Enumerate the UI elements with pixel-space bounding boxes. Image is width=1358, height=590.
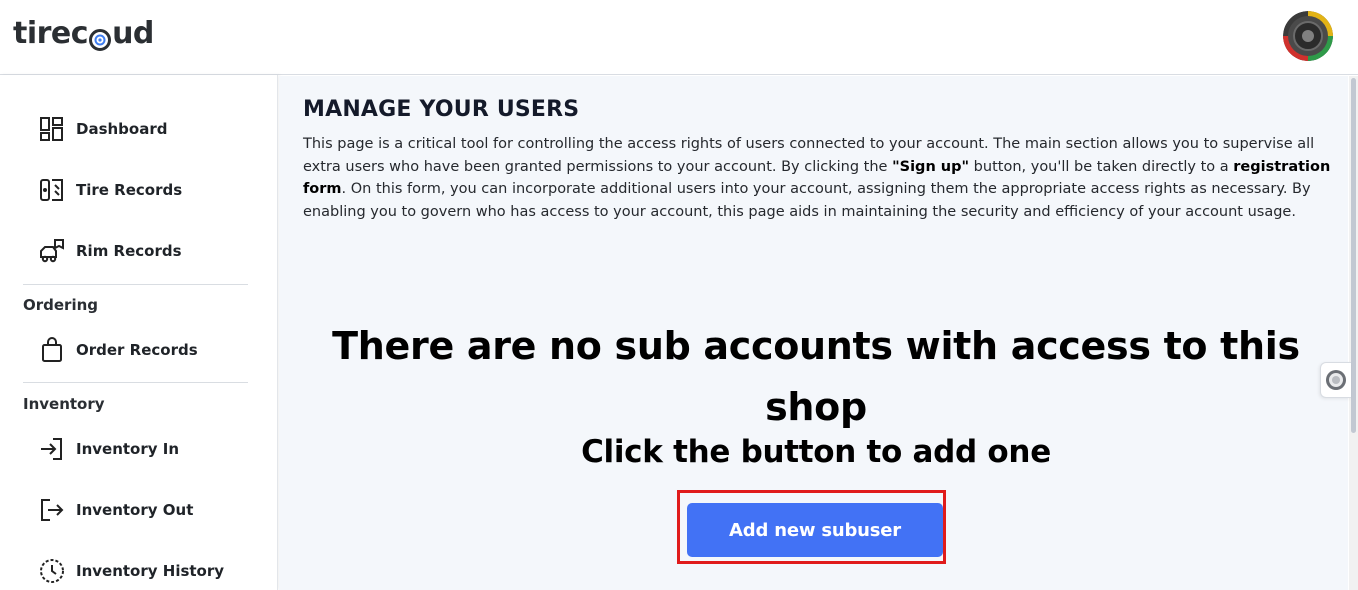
sidebar-item-label: Order Records (76, 341, 198, 359)
logo-wheel-icon (89, 24, 112, 51)
sidebar-item-inventory-out[interactable]: Inventory Out (38, 493, 193, 527)
tirecloud-logo[interactable]: tirec ud (13, 16, 154, 51)
sidebar-divider (23, 284, 248, 285)
toggle-knob-icon (1326, 370, 1346, 390)
empty-state-title: There are no sub accounts with access to… (332, 324, 1300, 429)
page-title: MANAGE YOUR USERS (303, 97, 580, 122)
sidebar-item-tire-records[interactable]: Tire Records (38, 173, 182, 207)
sidebar-item-inventory-in[interactable]: Inventory In (38, 432, 179, 466)
avatar[interactable] (1283, 11, 1333, 61)
logo-text-right: ud (112, 16, 154, 51)
sidebar-item-label: Rim Records (76, 242, 182, 260)
sidebar-item-rim-records[interactable]: Rim Records (38, 234, 182, 268)
shopping-bag-icon (42, 337, 62, 362)
tire-records-icon (40, 179, 63, 201)
page-description: This page is a critical tool for control… (303, 133, 1333, 223)
description-text: button, you'll be taken directly to a (969, 158, 1234, 175)
logo-text-left: tirec (13, 16, 89, 51)
sidebar-item-inventory-history[interactable]: Inventory History (38, 554, 224, 588)
sidebar-item-label: Inventory In (76, 440, 180, 458)
section-title-ordering: Ordering (23, 296, 99, 314)
description-bold-signup: "Sign up" (892, 158, 970, 175)
main-content: MANAGE YOUR USERS This page is a critica… (279, 76, 1348, 590)
sidebar-item-label: Dashboard (76, 120, 168, 138)
login-arrow-icon (41, 438, 62, 460)
rim-records-icon (40, 239, 64, 263)
side-panel-toggle[interactable] (1320, 362, 1351, 398)
sidebar-item-order-records[interactable]: Order Records (38, 333, 198, 367)
dashboard-icon (40, 117, 63, 141)
logout-arrow-icon (41, 499, 64, 521)
section-title-inventory: Inventory (23, 395, 105, 413)
scrollbar-thumb[interactable] (1351, 78, 1356, 433)
sidebar: Dashboard Tire Records Rim Records Order… (0, 75, 278, 590)
sidebar-item-label: Inventory History (76, 562, 225, 580)
sidebar-item-label: Tire Records (76, 181, 183, 199)
history-clock-icon (40, 559, 64, 583)
sidebar-divider (23, 382, 248, 383)
sidebar-item-label: Inventory Out (76, 501, 194, 519)
description-text: . On this form, you can incorporate addi… (303, 181, 1311, 220)
top-header: tirec ud (0, 0, 1358, 75)
sidebar-item-dashboard[interactable]: Dashboard (38, 112, 167, 146)
add-new-subuser-button[interactable]: Add new subuser (687, 503, 943, 557)
empty-state-subtitle: Click the button to add one (581, 434, 1051, 470)
